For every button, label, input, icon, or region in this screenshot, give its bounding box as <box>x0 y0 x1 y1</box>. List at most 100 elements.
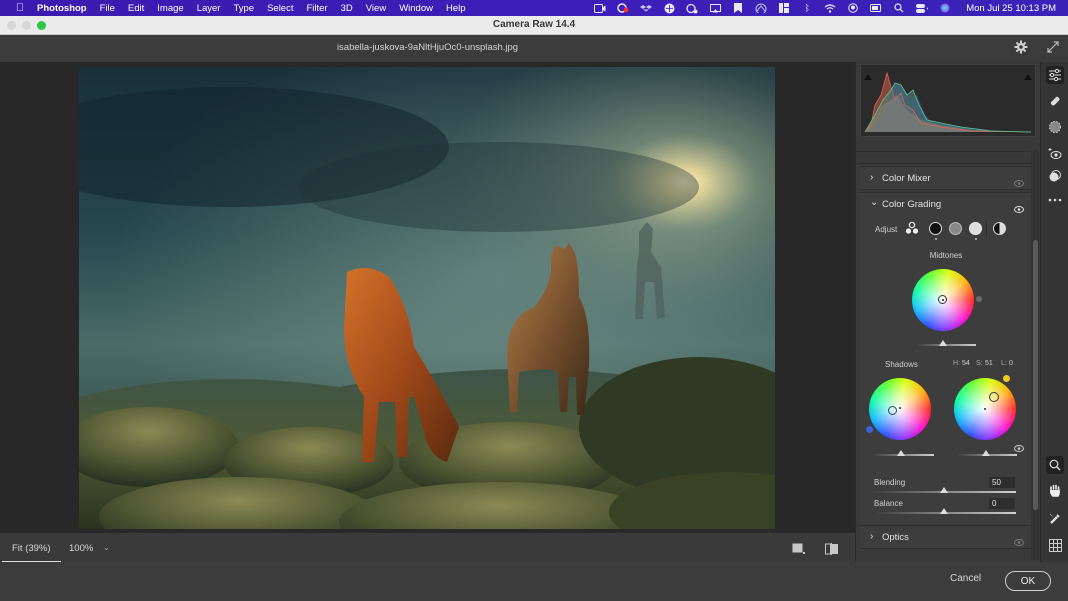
section-optics[interactable]: › Optics <box>860 525 1032 549</box>
search-icon[interactable] <box>893 3 905 13</box>
panel-spacer <box>856 140 1032 152</box>
chevron-right-icon: › <box>870 172 874 183</box>
shadows-luminance-thumb[interactable] <box>897 450 905 456</box>
masking-icon[interactable] <box>1046 118 1064 136</box>
menu-app-name[interactable]: Photoshop <box>37 3 87 14</box>
shadows-wheel-handle[interactable] <box>888 406 897 415</box>
midtones-label: Midtones <box>929 251 963 260</box>
cancel-button[interactable]: Cancel <box>950 573 981 584</box>
ok-button[interactable]: OK <box>1005 571 1051 591</box>
photo-preview[interactable] <box>79 67 775 529</box>
arc-icon[interactable] <box>755 3 767 13</box>
menu-select[interactable]: Select <box>267 3 293 14</box>
bookmark-icon[interactable] <box>732 3 744 13</box>
bluetooth-icon[interactable]: ᛒ <box>801 3 813 13</box>
zoom-100-tab[interactable]: 100% <box>69 543 93 554</box>
chevron-down-icon: ⌄ <box>870 197 879 208</box>
section-color-mixer-label: Color Mixer <box>882 173 931 184</box>
dropbox-icon[interactable] <box>640 4 653 13</box>
healing-bandage-icon[interactable] <box>1046 92 1064 110</box>
menubar-clock[interactable]: Mon Jul 25 10:13 PM <box>966 3 1056 14</box>
edit-sliders-icon[interactable] <box>1046 66 1064 84</box>
user-icon[interactable] <box>847 3 859 13</box>
zoom-fit-tab[interactable]: Fit (39%) <box>2 543 60 563</box>
zoom-tool-icon[interactable] <box>1046 456 1064 474</box>
color-grading-body: Adjust Midtones Shadows H: 54 S: 51 L: 0 <box>860 214 1032 524</box>
blending-value-field[interactable]: 50 <box>989 477 1015 488</box>
highlights-hue-handle[interactable] <box>1003 375 1010 382</box>
window-titlebar: Camera Raw 14.4 <box>0 16 1068 35</box>
balance-thumb[interactable] <box>940 508 948 514</box>
vpn-icon[interactable] <box>663 3 675 13</box>
saturation-readout: 51 <box>985 360 993 367</box>
before-after-view-icon[interactable] <box>825 542 839 555</box>
menu-file[interactable]: File <box>100 3 115 14</box>
section-color-mixer[interactable]: › Color Mixer <box>860 166 1032 190</box>
highlights-luminance-thumb[interactable] <box>982 450 990 456</box>
shadows-hue-handle[interactable] <box>866 426 873 433</box>
wifi-icon[interactable] <box>824 3 836 13</box>
window-title: Camera Raw 14.4 <box>492 19 576 30</box>
zoom-dropdown-chevron-icon[interactable]: ⌄ <box>103 543 110 552</box>
shadows-color-wheel[interactable] <box>869 378 931 440</box>
midtones-view-button[interactable] <box>949 222 962 235</box>
image-canvas[interactable] <box>0 62 855 532</box>
wheel-center-dot <box>984 408 986 410</box>
highlights-wheel-handle[interactable] <box>989 392 999 402</box>
white-balance-eyedropper-icon[interactable] <box>1046 510 1064 528</box>
midtones-hue-handle[interactable] <box>976 296 982 302</box>
adjust-label: Adjust <box>875 225 898 234</box>
single-view-icon[interactable] <box>792 542 806 554</box>
midtones-luminance-thumb[interactable] <box>939 340 947 346</box>
visibility-eye-icon[interactable] <box>1014 174 1024 192</box>
zoom-bar: Fit (39%) 100% ⌄ <box>0 532 855 563</box>
indicator-dot <box>935 238 937 240</box>
histogram-graph <box>864 71 1032 133</box>
menu-edit[interactable]: Edit <box>128 3 144 14</box>
hand-tool-icon[interactable] <box>1046 481 1064 499</box>
balance-value-field[interactable]: 0 <box>989 498 1015 509</box>
adjustments-panel: › Color Mixer ⌄ Color Grading Adjust Mid… <box>855 62 1036 562</box>
menu-image[interactable]: Image <box>157 3 183 14</box>
presets-icon[interactable] <box>1046 167 1064 185</box>
menubar-status-area: ᛒ Mon Jul 25 10:13 PM <box>594 0 1056 16</box>
visibility-eye-icon[interactable] <box>1014 533 1024 551</box>
wheel-center-dot <box>942 299 944 301</box>
menu-layer[interactable]: Layer <box>197 3 221 14</box>
menu-view[interactable]: View <box>366 3 386 14</box>
three-way-view-icon[interactable] <box>905 221 919 240</box>
menu-3d[interactable]: 3D <box>341 3 353 14</box>
grid-overlay-icon[interactable] <box>1046 536 1064 554</box>
global-view-button[interactable] <box>993 222 1006 235</box>
section-color-grading[interactable]: ⌄ Color Grading <box>860 192 1032 216</box>
indicator-dot <box>975 238 977 240</box>
panel-spacer <box>856 154 1032 164</box>
apple-menu-icon[interactable]:  <box>12 2 28 14</box>
fullscreen-expand-icon[interactable] <box>1045 40 1061 56</box>
shadows-view-button[interactable] <box>929 222 942 235</box>
menu-type[interactable]: Type <box>233 3 254 14</box>
shadows-label: Shadows <box>885 360 918 369</box>
airplay-icon[interactable] <box>709 3 721 13</box>
menu-help[interactable]: Help <box>446 3 466 14</box>
hue-readout: 54 <box>962 360 970 367</box>
battery-icon[interactable] <box>870 4 882 13</box>
panel-scrollbar-thumb[interactable] <box>1033 240 1038 510</box>
menu-filter[interactable]: Filter <box>306 3 327 14</box>
tool-strip <box>1040 62 1068 562</box>
menu-window[interactable]: Window <box>399 3 433 14</box>
section-color-grading-label: Color Grading <box>882 199 942 210</box>
chevron-right-icon: › <box>870 531 874 542</box>
document-filename: isabella-juskova-9aNltHjuOc0-unsplash.jp… <box>336 42 519 53</box>
blending-thumb[interactable] <box>940 487 948 493</box>
red-eye-icon[interactable] <box>1046 144 1064 162</box>
creative-cloud-icon[interactable] <box>617 3 629 13</box>
control-center-icon[interactable] <box>916 3 929 13</box>
settings-gear-icon[interactable] <box>1013 40 1029 56</box>
grid-app-icon[interactable] <box>778 3 790 13</box>
screen-capture-icon[interactable] <box>686 3 698 13</box>
more-options-icon[interactable] <box>1046 191 1064 209</box>
screen-record-icon[interactable] <box>594 3 606 13</box>
siri-icon[interactable] <box>939 3 951 13</box>
highlights-view-button[interactable] <box>969 222 982 235</box>
